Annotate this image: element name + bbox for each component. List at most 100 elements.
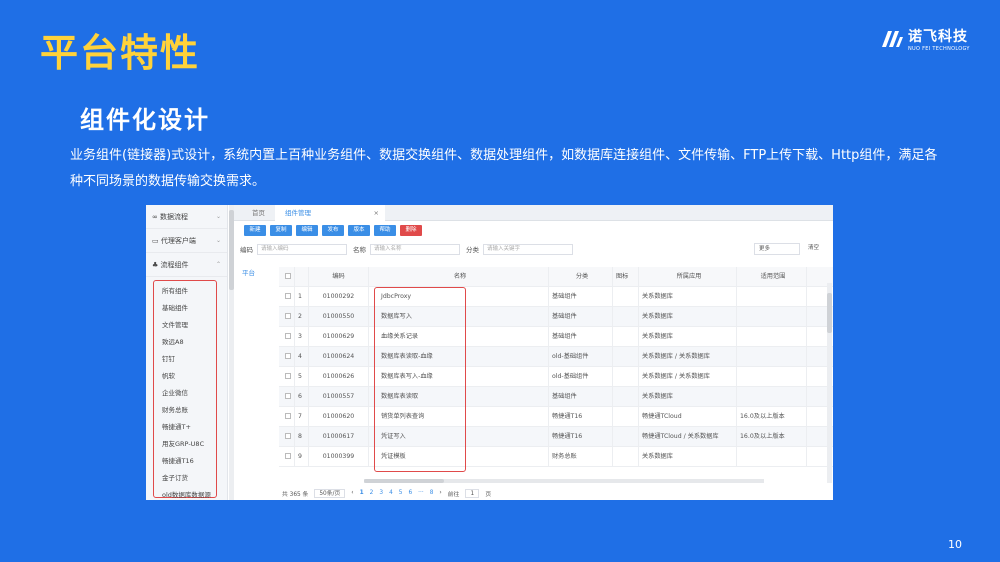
row-range [737, 306, 807, 327]
row-category: old-基础组件 [549, 346, 613, 367]
sidebar-item[interactable]: 致远A8 [154, 334, 216, 351]
page-ellipsis[interactable]: ··· [418, 490, 424, 496]
publish-button[interactable]: 发布 [322, 224, 344, 236]
row-range [737, 446, 807, 467]
sidebar-group-proxy-client[interactable]: ▭ 代理客户端 ⌄ [146, 229, 227, 253]
row-range [737, 326, 807, 347]
checkbox-icon [285, 272, 291, 279]
row-range [737, 286, 807, 307]
row-checkbox[interactable] [279, 406, 295, 427]
sidebar-item[interactable]: 企业微信 [154, 385, 216, 402]
table-row[interactable]: 2 01000550 数据库写入 基础组件 关系数据库 [279, 306, 833, 327]
row-category: old-基础组件 [549, 366, 613, 387]
edit-button[interactable]: 编辑 [296, 224, 318, 236]
row-app: 关系数据库 [639, 326, 737, 347]
name-filter-label: 名称 [353, 246, 366, 254]
new-button[interactable]: 新建 [244, 224, 266, 236]
name-header[interactable]: 名称 [369, 266, 549, 287]
row-app: 关系数据库 [639, 386, 737, 407]
row-index: 5 [295, 366, 309, 387]
page-number-button[interactable]: 6 [408, 490, 412, 496]
row-category: 基础组件 [549, 286, 613, 307]
help-button[interactable]: 帮助 [374, 224, 396, 236]
row-extra [807, 447, 827, 467]
row-icon [613, 346, 639, 367]
row-checkbox[interactable] [279, 326, 295, 347]
sidebar-item[interactable]: 所有组件 [154, 283, 216, 300]
category-header[interactable]: 分类 [549, 266, 613, 287]
tab-home[interactable]: 首页 [242, 205, 275, 221]
select-all-checkbox[interactable] [279, 266, 295, 287]
range-header[interactable]: 适用范围 [737, 266, 807, 287]
row-category: 基础组件 [549, 326, 613, 347]
sidebar-item[interactable]: 文件管理 [154, 317, 216, 334]
table-row[interactable]: 8 01000617 凭证写入 畅捷通T16 畅捷通TCloud / 关系数据库 16.0… [279, 426, 833, 447]
clear-button[interactable]: 清空 [804, 243, 828, 255]
code-header[interactable]: 编码 [309, 266, 369, 287]
table-row[interactable]: 7 01000620 销货单列表查询 畅捷通T16 畅捷通TCloud 16.0及以上版本 [279, 406, 833, 427]
sidebar-item[interactable]: 金子订货 [154, 470, 216, 487]
row-checkbox[interactable] [279, 446, 295, 467]
row-checkbox[interactable] [279, 386, 295, 407]
table-row[interactable]: 1 01000292 JdbcProxy 基础组件 关系数据库 [279, 286, 833, 307]
scrollbar-thumb[interactable] [827, 293, 832, 333]
table-row[interactable]: 6 01000557 数据库表读取 基础组件 关系数据库 [279, 386, 833, 407]
row-checkbox[interactable] [279, 306, 295, 327]
delete-button[interactable]: 删除 [400, 224, 422, 236]
sidebar-item[interactable]: 钉钉 [154, 351, 216, 368]
next-page-button[interactable]: › [439, 490, 441, 496]
sidebar-group-components[interactable]: ♣ 流程组件 ⌃ [146, 253, 227, 277]
row-category: 财务总账 [549, 446, 613, 467]
close-icon[interactable]: × [374, 205, 379, 221]
row-app: 关系数据库 [639, 286, 737, 307]
row-range [737, 366, 807, 387]
scrollbar-thumb[interactable] [364, 479, 444, 483]
row-checkbox[interactable] [279, 286, 295, 307]
page-size-select[interactable]: 50条/页 [314, 488, 346, 498]
page-number-button[interactable]: 2 [370, 490, 374, 496]
row-code: 01000629 [309, 326, 369, 347]
goto-page-input[interactable]: 1 [465, 488, 480, 498]
sidebar-item[interactable]: 财务总账 [154, 402, 216, 419]
row-icon [613, 326, 639, 347]
sidebar-item[interactable]: 基础组件 [154, 300, 216, 317]
sidebar-group-dataflow[interactable]: ∞ 数据流程 ⌄ [146, 205, 227, 229]
page-number-button[interactable]: 4 [389, 490, 393, 496]
table-vertical-scrollbar[interactable] [827, 283, 832, 483]
page-number-button[interactable]: 1 [360, 490, 364, 496]
code-filter-input[interactable]: 请输入编码 [257, 243, 347, 255]
app-header[interactable]: 所属应用 [639, 266, 737, 287]
sidebar-item[interactable]: 畅捷通T16 [154, 453, 216, 470]
sidebar-item[interactable]: 帆软 [154, 368, 216, 385]
row-index: 7 [295, 406, 309, 427]
section-title: 组件化设计 [80, 106, 210, 134]
sidebar-item[interactable]: old数据库数据源 [154, 487, 216, 500]
sidebar-item[interactable]: 畅捷通T+ [154, 419, 216, 436]
copy-button[interactable]: 复制 [270, 224, 292, 236]
row-checkbox[interactable] [279, 366, 295, 387]
table-row[interactable]: 9 01000399 凭证模板 财务总账 关系数据库 [279, 446, 833, 467]
index-header [295, 266, 309, 287]
version-button[interactable]: 版本 [348, 224, 370, 236]
table-row[interactable]: 3 01000629 血缘关系记录 基础组件 关系数据库 [279, 326, 833, 347]
row-checkbox[interactable] [279, 426, 295, 447]
extra-header [807, 267, 827, 287]
row-checkbox[interactable] [279, 346, 295, 367]
more-select[interactable]: 更多 [754, 243, 800, 255]
tab-component-management[interactable]: 组件管理 × [275, 205, 385, 221]
page-number-button[interactable]: 3 [379, 490, 383, 496]
sidebar-item[interactable]: 用友GRP-U8C [154, 436, 216, 453]
table-row[interactable]: 4 01000624 数据库表读取-血缘 old-基础组件 关系数据库 / 关系数据库 [279, 346, 833, 367]
category-filter-input[interactable]: 请输入关键字 [483, 243, 573, 255]
table-row[interactable]: 5 01000626 数据库表写入-血缘 old-基础组件 关系数据库 / 关系数据库 [279, 366, 833, 387]
icon-header[interactable]: 图标 [613, 266, 639, 287]
table-horizontal-scrollbar[interactable] [364, 479, 764, 483]
row-index: 6 [295, 386, 309, 407]
page-number-button[interactable]: 8 [430, 490, 434, 496]
prev-page-button[interactable]: ‹ [351, 490, 353, 496]
row-index: 8 [295, 426, 309, 447]
main-panel: 首页 组件管理 × 新建 复制 编辑 发布 版本 帮助 删除 编码 请输入编码 … [234, 205, 833, 500]
platform-tag[interactable]: 平台 [242, 267, 255, 277]
name-filter-input[interactable]: 请输入名称 [370, 243, 460, 255]
page-number-button[interactable]: 5 [399, 490, 403, 496]
